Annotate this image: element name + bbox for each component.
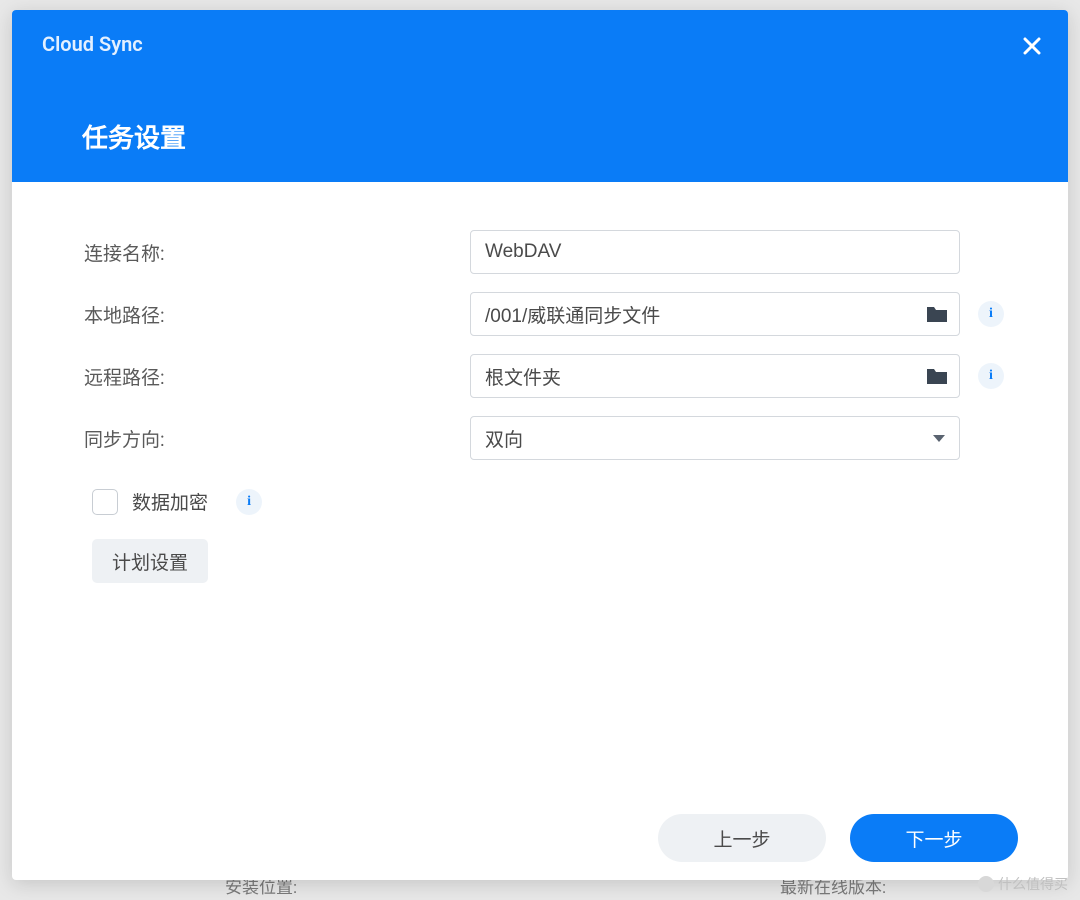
label-remote-path: 远程路径: bbox=[84, 363, 470, 390]
select-sync-direction-value: 双向 bbox=[485, 425, 523, 452]
chevron-down-icon bbox=[933, 435, 945, 442]
info-remote-path[interactable]: i bbox=[978, 363, 1004, 389]
checkbox-data-encryption[interactable] bbox=[92, 489, 118, 515]
input-connection-name[interactable] bbox=[470, 230, 960, 274]
folder-icon bbox=[926, 367, 948, 385]
info-data-encryption[interactable]: i bbox=[236, 489, 262, 515]
label-local-path: 本地路径: bbox=[84, 301, 470, 328]
label-sync-direction: 同步方向: bbox=[84, 425, 470, 452]
row-connection-name: 连接名称: bbox=[84, 230, 1008, 274]
watermark-text: 什么值得买 bbox=[998, 874, 1068, 894]
close-button[interactable] bbox=[1020, 34, 1044, 58]
browse-local-path-button[interactable] bbox=[926, 305, 948, 323]
close-icon bbox=[1023, 37, 1041, 55]
row-data-encryption: 数据加密 i bbox=[92, 488, 1008, 515]
row-local-path: 本地路径: i bbox=[84, 292, 1008, 336]
dialog-footer: 上一步 下一步 bbox=[658, 814, 1018, 862]
folder-icon bbox=[926, 305, 948, 323]
info-local-path[interactable]: i bbox=[978, 301, 1004, 327]
label-data-encryption: 数据加密 bbox=[132, 488, 208, 515]
dialog-window: Cloud Sync 任务设置 连接名称: 本地路径: bbox=[12, 10, 1068, 880]
prev-button[interactable]: 上一步 bbox=[658, 814, 826, 862]
next-button[interactable]: 下一步 bbox=[850, 814, 1018, 862]
schedule-settings-button[interactable]: 计划设置 bbox=[92, 539, 208, 583]
page-title: 任务设置 bbox=[82, 118, 186, 155]
row-remote-path: 远程路径: i bbox=[84, 354, 1008, 398]
browse-remote-path-button[interactable] bbox=[926, 367, 948, 385]
label-connection-name: 连接名称: bbox=[84, 239, 470, 266]
select-sync-direction[interactable]: 双向 bbox=[470, 416, 960, 460]
input-local-path[interactable] bbox=[470, 292, 960, 336]
dialog-header: Cloud Sync 任务设置 bbox=[12, 10, 1068, 182]
input-remote-path[interactable] bbox=[470, 354, 960, 398]
dialog-body: 连接名称: 本地路径: i 远程路径: bbox=[12, 182, 1068, 880]
watermark-icon bbox=[978, 876, 994, 892]
app-title: Cloud Sync bbox=[42, 32, 143, 56]
watermark: 什么值得买 bbox=[978, 874, 1068, 894]
row-sync-direction: 同步方向: 双向 bbox=[84, 416, 1008, 460]
